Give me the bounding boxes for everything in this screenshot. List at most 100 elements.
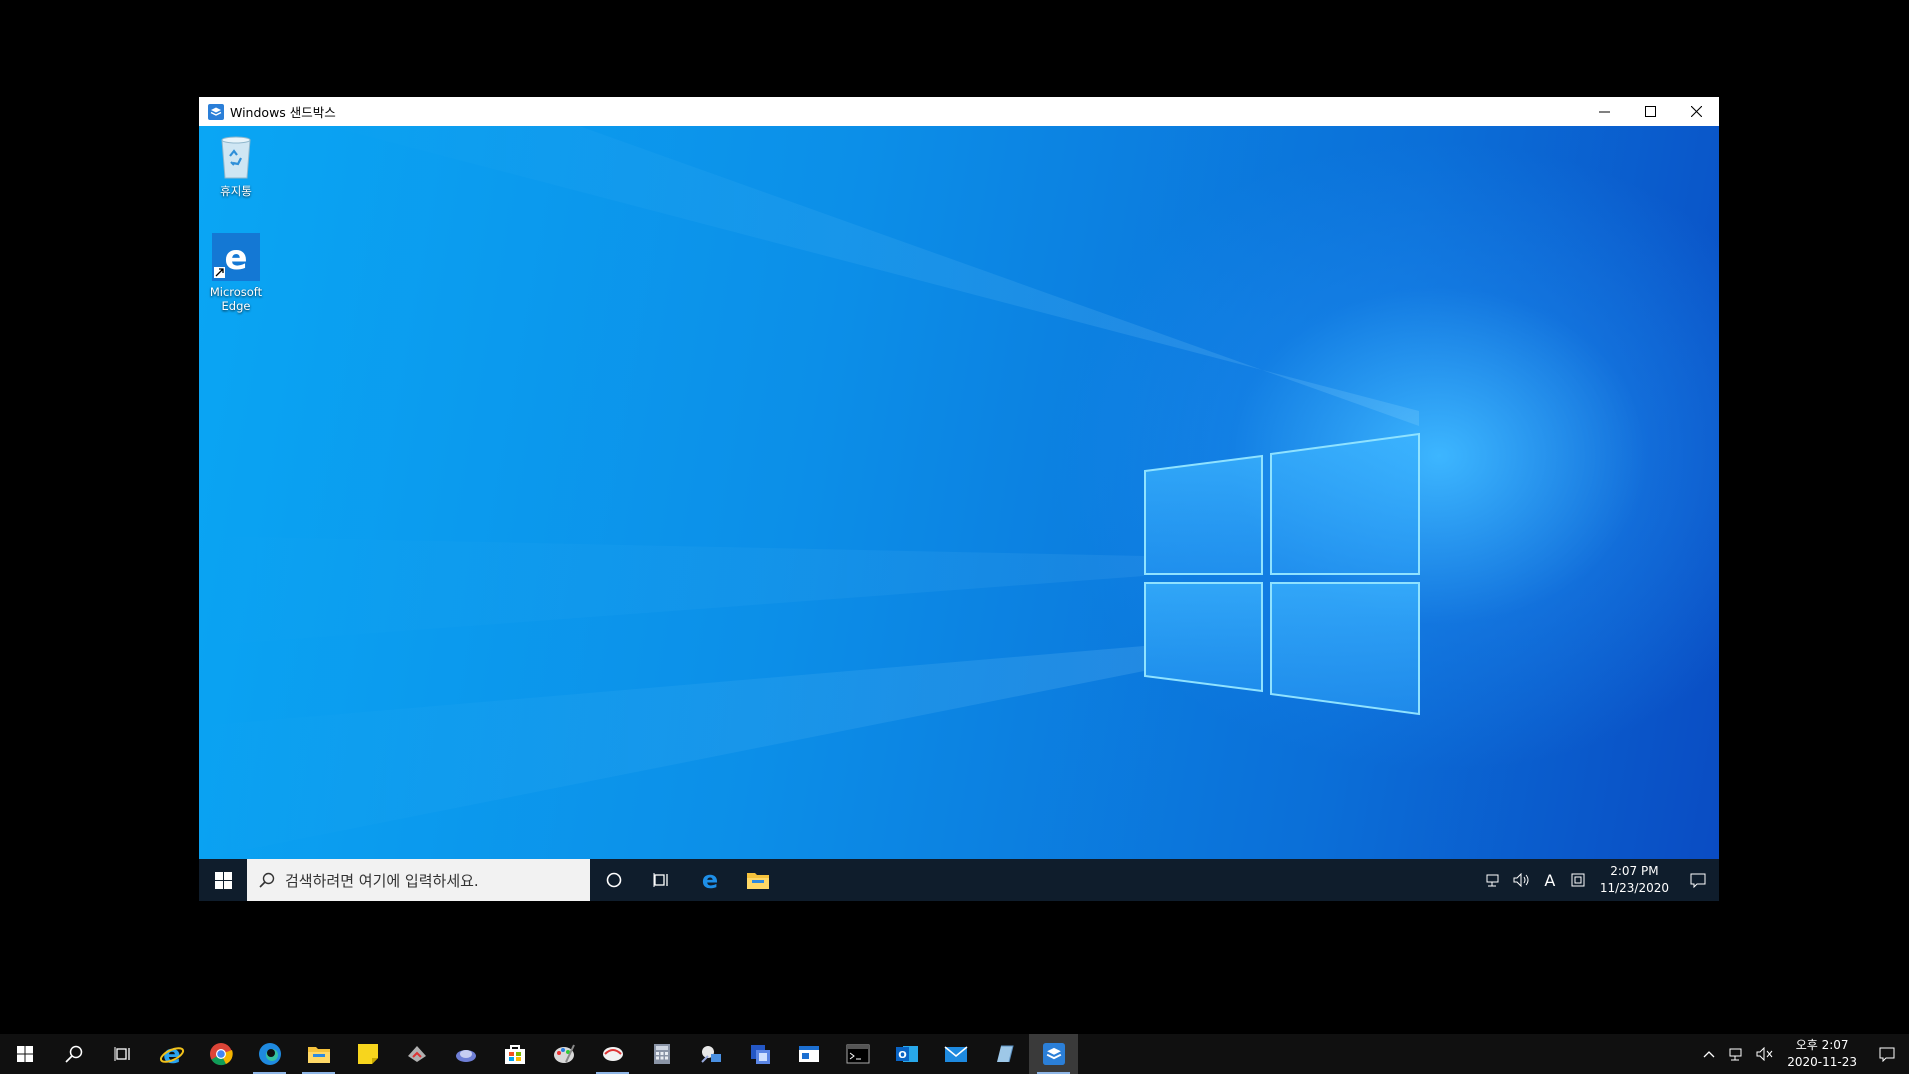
app-icon (700, 1046, 721, 1063)
sandbox-date: 11/23/2020 (1599, 881, 1669, 895)
app-icon (750, 1045, 770, 1064)
start-button[interactable] (199, 859, 247, 901)
app-icon (602, 1047, 623, 1061)
taskbar-edge-button[interactable]: e (686, 859, 734, 901)
host-app-outlook[interactable]: O (882, 1034, 931, 1074)
windows-start-icon (16, 1046, 33, 1062)
host-start-button[interactable] (0, 1034, 49, 1074)
host-app-generic-7[interactable] (980, 1034, 1029, 1074)
host-taskbar: e O 오후 2:07 2020-11-23 (0, 1034, 1909, 1074)
file-explorer-icon (307, 1047, 330, 1063)
maximize-button[interactable] (1627, 97, 1673, 126)
windows-sandbox-icon (1042, 1043, 1065, 1065)
host-app-terminal[interactable] (833, 1034, 882, 1074)
search-box[interactable]: 검색하려면 여기에 입력하세요. (247, 859, 590, 901)
app-icon (455, 1050, 476, 1062)
task-view-icon (653, 873, 668, 887)
edge-legacy-icon: e (212, 233, 260, 281)
host-app-store[interactable] (490, 1034, 539, 1074)
recycle-bin-icon (221, 136, 251, 179)
svg-text:O: O (898, 1050, 907, 1061)
terminal-icon (846, 1044, 869, 1064)
app-icon (996, 1045, 1014, 1063)
sandbox-window: Windows 샌드박스 휴지통 e Microsoft Edge 검색하려면 … (199, 97, 1719, 901)
store-icon (504, 1045, 525, 1064)
outlook-icon: O (895, 1046, 918, 1062)
search-icon (259, 872, 275, 888)
notification-icon (1879, 1047, 1895, 1062)
volume-icon[interactable] (1508, 873, 1536, 887)
svg-text:e: e (702, 868, 718, 892)
paint-icon (553, 1044, 575, 1063)
internet-explorer-icon: e (159, 1041, 184, 1067)
task-view-button[interactable] (638, 859, 686, 901)
search-icon (64, 1045, 82, 1063)
minimize-button[interactable] (1581, 97, 1627, 126)
window-title: Windows 샌드박스 (230, 105, 336, 120)
host-app-file-explorer[interactable] (294, 1034, 343, 1074)
chrome-icon (209, 1043, 233, 1066)
host-clock[interactable]: 오후 2:07 2020-11-23 (1779, 1037, 1865, 1071)
mail-icon (943, 1046, 968, 1062)
network-icon[interactable] (1480, 873, 1508, 887)
show-hidden-icons-button[interactable] (1695, 1050, 1723, 1058)
host-notifications-button[interactable] (1865, 1046, 1909, 1062)
host-app-sticky-notes[interactable] (343, 1034, 392, 1074)
chevron-up-icon (1703, 1051, 1715, 1058)
search-placeholder: 검색하려면 여기에 입력하세요. (285, 871, 479, 890)
svg-text:e: e (224, 238, 247, 278)
host-app-generic-2[interactable] (441, 1034, 490, 1074)
host-app-generic-3[interactable] (588, 1034, 637, 1074)
host-date: 2020-11-23 (1787, 1055, 1857, 1069)
edge-desktop-icon[interactable]: e Microsoft Edge (199, 233, 273, 313)
host-app-generic-4[interactable] (686, 1034, 735, 1074)
file-explorer-icon (747, 873, 769, 889)
cortana-icon (606, 872, 622, 888)
host-time: 오후 2:07 (1795, 1038, 1849, 1052)
edge-label: Microsoft Edge (209, 285, 263, 313)
host-app-windows-sandbox[interactable] (1029, 1034, 1078, 1074)
title-bar[interactable]: Windows 샌드박스 (199, 97, 1719, 126)
sandbox-time: 2:07 PM (1610, 864, 1659, 878)
close-icon (1690, 106, 1702, 117)
sandbox-desktop[interactable]: 휴지통 e Microsoft Edge (199, 126, 1719, 859)
host-app-chrome[interactable] (196, 1034, 245, 1074)
cortana-button[interactable] (590, 859, 638, 901)
app-icon (798, 1046, 819, 1062)
notification-icon (1690, 873, 1706, 888)
close-button[interactable] (1673, 97, 1719, 126)
edge-legacy-icon: e (702, 868, 718, 892)
sandbox-taskbar: 검색하려면 여기에 입력하세요. e A 2:07 PM 11/23/2020 (199, 859, 1719, 901)
host-app-calculator[interactable] (637, 1034, 686, 1074)
sticky-notes-icon (357, 1044, 378, 1064)
input-method-icon[interactable] (1564, 873, 1592, 887)
host-task-view-button[interactable] (98, 1034, 147, 1074)
recycle-bin-desktop-icon[interactable]: 휴지통 (199, 134, 273, 198)
host-search-button[interactable] (49, 1034, 98, 1074)
taskbar-file-explorer-button[interactable] (734, 859, 782, 901)
ime-indicator[interactable]: A (1536, 871, 1564, 890)
host-app-generic-6[interactable] (784, 1034, 833, 1074)
host-system-tray: 오후 2:07 2020-11-23 (1695, 1034, 1909, 1074)
host-app-paint[interactable] (539, 1034, 588, 1074)
maximize-icon (1644, 106, 1656, 117)
host-app-edge[interactable] (245, 1034, 294, 1074)
recycle-bin-label: 휴지통 (220, 184, 252, 198)
host-app-generic-5[interactable] (735, 1034, 784, 1074)
host-app-internet-explorer[interactable]: e (147, 1034, 196, 1074)
calculator-icon (653, 1044, 670, 1064)
task-view-icon (114, 1047, 130, 1061)
edge-icon (258, 1043, 281, 1065)
sandbox-system-tray: A 2:07 PM 11/23/2020 (1480, 859, 1719, 901)
minimize-icon (1598, 111, 1610, 113)
sandbox-clock[interactable]: 2:07 PM 11/23/2020 (1592, 863, 1677, 897)
windows-start-icon (214, 871, 232, 889)
host-network-icon[interactable] (1723, 1047, 1751, 1061)
host-volume-muted-icon[interactable] (1751, 1047, 1779, 1061)
sandbox-app-icon (208, 103, 224, 120)
host-app-generic-1[interactable] (392, 1034, 441, 1074)
host-app-mail[interactable] (931, 1034, 980, 1074)
notifications-button[interactable] (1677, 872, 1719, 888)
app-icon (407, 1046, 426, 1062)
windows-wallpaper (199, 126, 1420, 859)
